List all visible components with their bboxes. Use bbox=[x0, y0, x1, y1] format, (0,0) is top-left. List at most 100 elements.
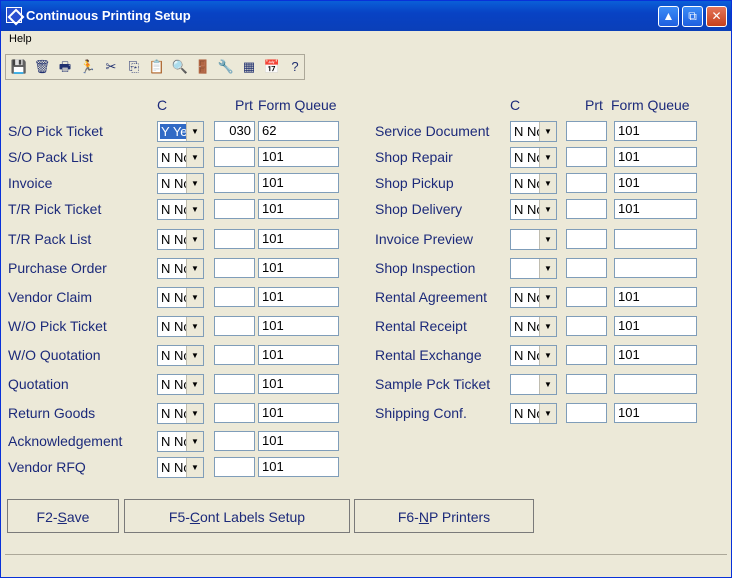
continuous-select[interactable]: N No ▼ bbox=[157, 316, 204, 337]
chevron-down-icon[interactable]: ▼ bbox=[539, 174, 556, 193]
title-bar[interactable]: Continuous Printing Setup ▲ ⧉ ✕ bbox=[1, 1, 731, 31]
continuous-select[interactable]: N No ▼ bbox=[157, 374, 204, 395]
f5-cont-labels-setup-button[interactable]: F5-Cont Labels Setup bbox=[124, 499, 350, 533]
continuous-select[interactable]: N No ▼ bbox=[157, 258, 204, 279]
form-queue-field[interactable]: 101 bbox=[614, 121, 697, 141]
menu-help[interactable]: Help bbox=[9, 33, 32, 45]
chevron-down-icon[interactable]: ▼ bbox=[186, 375, 203, 394]
continuous-select[interactable]: N No ▼ bbox=[510, 345, 557, 366]
calendar-icon[interactable]: 📅 bbox=[262, 57, 282, 77]
printer-field[interactable] bbox=[214, 374, 255, 394]
form-queue-field[interactable]: 101 bbox=[614, 316, 697, 336]
printer-field[interactable] bbox=[214, 199, 255, 219]
chevron-down-icon[interactable]: ▼ bbox=[186, 230, 203, 249]
form-queue-field[interactable] bbox=[614, 229, 697, 249]
form-queue-field[interactable]: 101 bbox=[614, 199, 697, 219]
printer-field[interactable] bbox=[214, 173, 255, 193]
chevron-down-icon[interactable]: ▼ bbox=[539, 404, 556, 423]
form-queue-field[interactable]: 101 bbox=[258, 374, 339, 394]
calculator-icon[interactable]: ▦ bbox=[239, 57, 259, 77]
continuous-select[interactable]: N No ▼ bbox=[510, 147, 557, 168]
continuous-select[interactable]: N No ▼ bbox=[157, 431, 204, 452]
printer-field[interactable] bbox=[566, 345, 607, 365]
printer-field[interactable] bbox=[214, 258, 255, 278]
continuous-select[interactable]: N No ▼ bbox=[510, 173, 557, 194]
form-queue-field[interactable]: 101 bbox=[258, 316, 339, 336]
printer-field[interactable] bbox=[566, 287, 607, 307]
printer-field[interactable] bbox=[566, 229, 607, 249]
chevron-down-icon[interactable]: ▼ bbox=[186, 148, 203, 167]
chevron-down-icon[interactable]: ▼ bbox=[186, 317, 203, 336]
printer-field[interactable] bbox=[214, 457, 255, 477]
f2-save-button[interactable]: F2-Save bbox=[7, 499, 119, 533]
printer-field[interactable] bbox=[566, 258, 607, 278]
printer-field[interactable] bbox=[214, 147, 255, 167]
chevron-down-icon[interactable]: ▼ bbox=[539, 148, 556, 167]
f6-np-printers-button[interactable]: F6-NP Printers bbox=[354, 499, 534, 533]
form-queue-field[interactable]: 101 bbox=[614, 345, 697, 365]
trash-icon[interactable]: 🗑 bbox=[32, 57, 52, 77]
continuous-select[interactable]: ▼ bbox=[510, 258, 557, 279]
printer-field[interactable]: 030 bbox=[214, 121, 255, 141]
continuous-select[interactable]: N No ▼ bbox=[510, 403, 557, 424]
printer-field[interactable] bbox=[566, 199, 607, 219]
printer-field[interactable] bbox=[214, 287, 255, 307]
form-queue-field[interactable] bbox=[614, 258, 697, 278]
find-icon[interactable]: 🔍 bbox=[170, 57, 190, 77]
chevron-down-icon[interactable]: ▼ bbox=[186, 174, 203, 193]
minimize-button[interactable]: ▲ bbox=[658, 6, 679, 27]
form-queue-field[interactable]: 101 bbox=[258, 258, 339, 278]
chevron-down-icon[interactable]: ▼ bbox=[186, 404, 203, 423]
chevron-down-icon[interactable]: ▼ bbox=[186, 259, 203, 278]
continuous-select[interactable]: N No ▼ bbox=[157, 229, 204, 250]
chevron-down-icon[interactable]: ▼ bbox=[186, 288, 203, 307]
continuous-select[interactable]: N No ▼ bbox=[510, 199, 557, 220]
printer-field[interactable] bbox=[566, 173, 607, 193]
continuous-select[interactable]: N No ▼ bbox=[157, 403, 204, 424]
printer-field[interactable] bbox=[214, 316, 255, 336]
restore-button[interactable]: ⧉ bbox=[682, 6, 703, 27]
tools-icon[interactable]: 🔧 bbox=[216, 57, 236, 77]
printer-field[interactable] bbox=[214, 345, 255, 365]
form-queue-field[interactable]: 101 bbox=[258, 287, 339, 307]
form-queue-field[interactable]: 101 bbox=[258, 403, 339, 423]
print-icon[interactable]: 🖶 bbox=[55, 57, 75, 77]
chevron-down-icon[interactable]: ▼ bbox=[539, 230, 556, 249]
continuous-select[interactable]: N No ▼ bbox=[157, 147, 204, 168]
continuous-select[interactable]: N No ▼ bbox=[510, 287, 557, 308]
continuous-select[interactable]: N No ▼ bbox=[157, 199, 204, 220]
continuous-select[interactable]: N No ▼ bbox=[510, 121, 557, 142]
form-queue-field[interactable]: 101 bbox=[258, 229, 339, 249]
exit-door-icon[interactable]: 🚪 bbox=[193, 57, 213, 77]
continuous-select[interactable]: N No ▼ bbox=[510, 316, 557, 337]
help-icon[interactable]: ? bbox=[285, 57, 305, 77]
chevron-down-icon[interactable]: ▼ bbox=[539, 317, 556, 336]
printer-field[interactable] bbox=[566, 121, 607, 141]
chevron-down-icon[interactable]: ▼ bbox=[539, 259, 556, 278]
copy-icon[interactable]: ⎘ bbox=[124, 57, 144, 77]
chevron-down-icon[interactable]: ▼ bbox=[186, 200, 203, 219]
form-queue-field[interactable] bbox=[614, 374, 697, 394]
chevron-down-icon[interactable]: ▼ bbox=[539, 122, 556, 141]
paste-icon[interactable]: 📋 bbox=[147, 57, 167, 77]
chevron-down-icon[interactable]: ▼ bbox=[186, 122, 203, 141]
printer-field[interactable] bbox=[214, 229, 255, 249]
form-queue-field[interactable]: 62 bbox=[258, 121, 339, 141]
printer-field[interactable] bbox=[214, 403, 255, 423]
form-queue-field[interactable]: 101 bbox=[614, 147, 697, 167]
form-queue-field[interactable]: 101 bbox=[258, 199, 339, 219]
chevron-down-icon[interactable]: ▼ bbox=[186, 346, 203, 365]
chevron-down-icon[interactable]: ▼ bbox=[539, 375, 556, 394]
form-queue-field[interactable]: 101 bbox=[258, 345, 339, 365]
form-queue-field[interactable]: 101 bbox=[258, 457, 339, 477]
run-icon[interactable]: 🏃 bbox=[78, 57, 98, 77]
chevron-down-icon[interactable]: ▼ bbox=[539, 346, 556, 365]
printer-field[interactable] bbox=[566, 316, 607, 336]
form-queue-field[interactable]: 101 bbox=[614, 403, 697, 423]
save-icon[interactable]: 💾 bbox=[9, 57, 29, 77]
chevron-down-icon[interactable]: ▼ bbox=[539, 200, 556, 219]
printer-field[interactable] bbox=[214, 431, 255, 451]
continuous-select[interactable]: N No ▼ bbox=[157, 173, 204, 194]
chevron-down-icon[interactable]: ▼ bbox=[539, 288, 556, 307]
form-queue-field[interactable]: 101 bbox=[258, 147, 339, 167]
